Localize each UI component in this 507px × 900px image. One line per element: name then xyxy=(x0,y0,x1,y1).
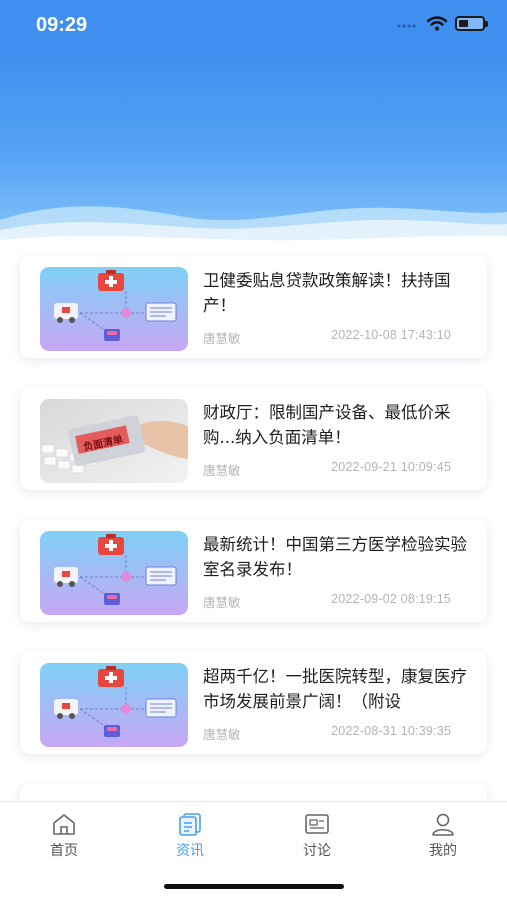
home-icon xyxy=(53,814,75,835)
profile-icon xyxy=(432,813,454,836)
wifi-icon xyxy=(427,16,447,31)
tab-label: 我的 xyxy=(429,843,457,859)
header-banner xyxy=(0,50,507,250)
article-date: 2022-08-31 10:39:35 xyxy=(331,724,451,738)
wave-decoration xyxy=(0,206,507,250)
battery-icon xyxy=(455,16,488,31)
article-author: 唐慧敏 xyxy=(203,463,241,478)
article-title[interactable]: 财政厅：限制国产设备、最低价采购...纳入负面清单！ xyxy=(203,400,473,450)
article-title[interactable]: 超两千亿！一批医院转型，康复医疗市场发展前景广阔！（附设 xyxy=(203,664,473,714)
news-card[interactable]: 最新统计！中国第三方医学检验实验室名录发布！ 唐慧敏 2022-09-02 08… xyxy=(20,519,487,622)
tab-label: 首页 xyxy=(50,843,78,859)
article-title[interactable]: 最新统计！中国第三方医学检验实验室名录发布！ xyxy=(203,532,473,582)
cellular-signal-icon xyxy=(397,23,416,28)
article-thumbnail[interactable] xyxy=(40,663,188,747)
news-card[interactable]: 超两千亿！一批医院转型，康复医疗市场发展前景广阔！（附设 唐慧敏 2022-08… xyxy=(20,651,487,754)
tab-profile[interactable]: 我的 xyxy=(403,812,483,860)
news-card[interactable]: 卫健委贴息贷款政策解读！扶持国产！ 唐慧敏 2022-10-08 17:43:1… xyxy=(20,255,487,358)
tab-discussion[interactable]: 讨论 xyxy=(277,812,357,860)
status-bar: 09:29 xyxy=(0,0,507,50)
article-author: 唐慧敏 xyxy=(203,595,241,610)
article-date: 2022-09-02 08:19:15 xyxy=(331,592,451,606)
article-thumbnail[interactable]: 负面清单 xyxy=(40,399,188,483)
article-thumbnail[interactable] xyxy=(40,531,188,615)
article-author: 唐慧敏 xyxy=(203,727,241,742)
news-icon xyxy=(179,813,201,836)
article-date: 2022-10-08 17:43:10 xyxy=(331,328,451,342)
article-date: 2022-09-21 10:09:45 xyxy=(331,460,451,474)
news-card[interactable]: 负面清单 财政厅：限制国产设备、最低价采购...纳入负面清单！ 唐慧敏 2022… xyxy=(20,387,487,490)
status-time: 09:29 xyxy=(36,14,88,36)
article-title[interactable]: 卫健委贴息贷款政策解读！扶持国产！ xyxy=(203,268,473,318)
discussion-icon xyxy=(305,814,329,834)
tab-label: 讨论 xyxy=(303,843,331,859)
home-indicator xyxy=(164,884,344,889)
tab-home[interactable]: 首页 xyxy=(24,812,104,860)
article-thumbnail[interactable] xyxy=(40,267,188,351)
article-author: 唐慧敏 xyxy=(203,331,241,346)
tab-news[interactable]: 资讯 xyxy=(150,812,230,860)
status-icons xyxy=(397,16,488,31)
tab-label: 资讯 xyxy=(176,843,204,859)
